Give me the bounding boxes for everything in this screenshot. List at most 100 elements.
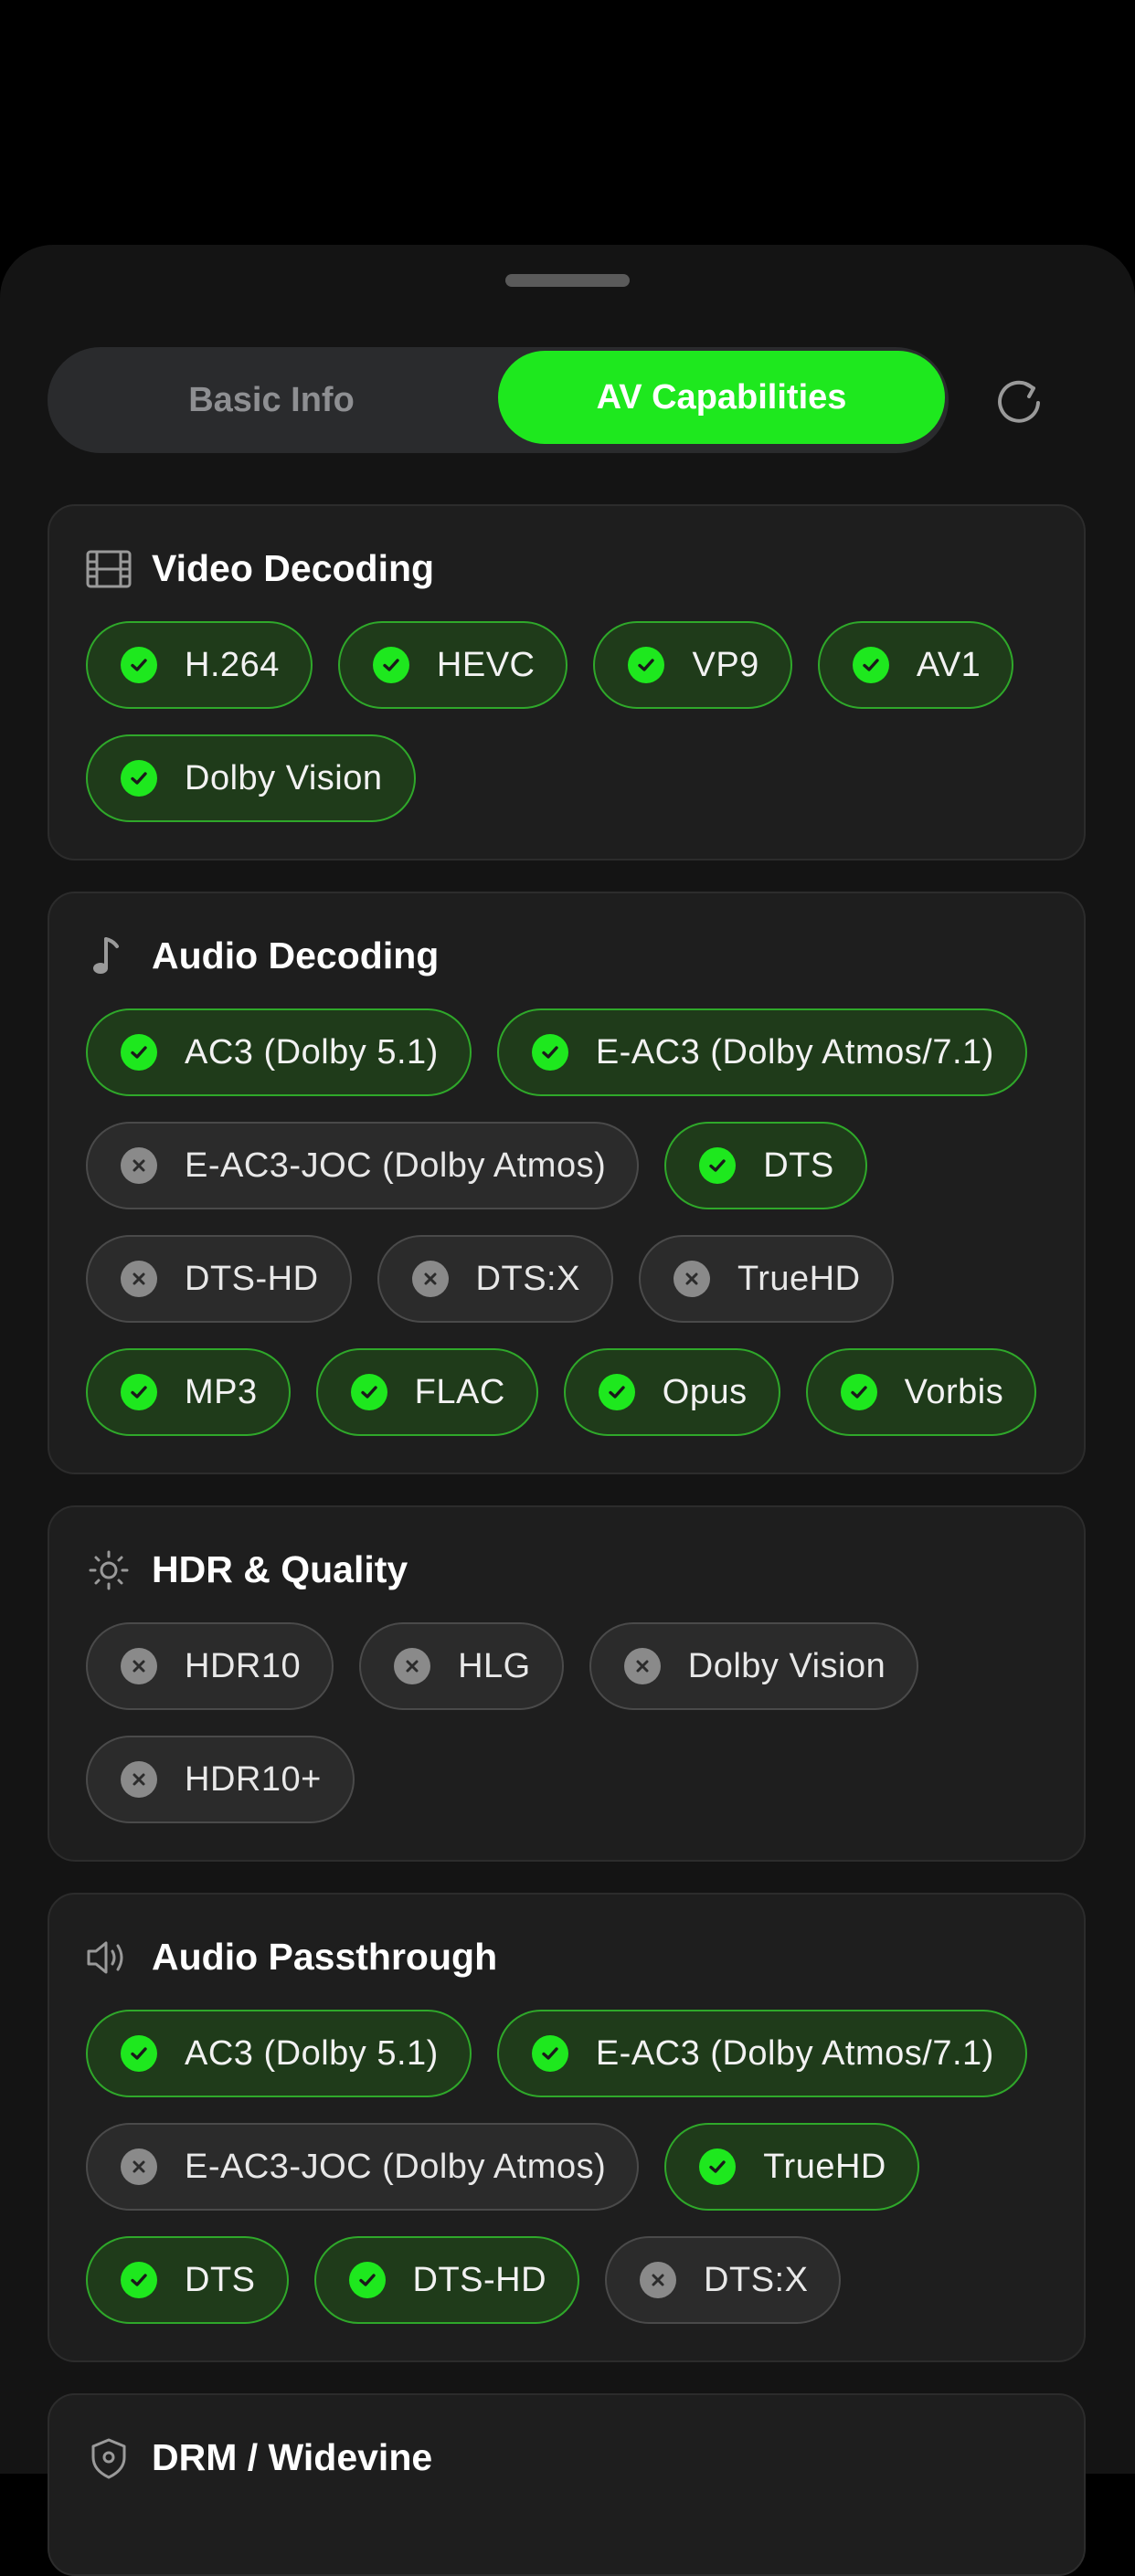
capability-label: AC3 (Dolby 5.1)	[185, 2033, 439, 2073]
capability-chip-supported: AC3 (Dolby 5.1)	[86, 2010, 472, 2097]
x-circle-icon	[673, 1261, 710, 1297]
capability-label: DTS:X	[704, 2260, 809, 2299]
section-title: HDR & Quality	[152, 1548, 408, 1590]
capability-list: H.264 HEVC VP9 AV1 Dolby Vision	[86, 621, 1066, 848]
tab-switcher: Basic Info AV Capabilities	[48, 347, 949, 453]
check-circle-icon	[348, 2262, 386, 2298]
capability-chip-unsupported: E-AC3-JOC (Dolby Atmos)	[86, 1122, 640, 1209]
sun-icon	[86, 1549, 132, 1591]
chip-row: E-AC3-JOC (Dolby Atmos) TrueHD	[86, 2123, 1066, 2211]
capability-label: Vorbis	[904, 1372, 1004, 1411]
capability-label: TrueHD	[763, 2147, 886, 2186]
section-title: Audio Decoding	[152, 934, 440, 977]
capability-chip-supported: Vorbis	[805, 1348, 1037, 1436]
chip-row: E-AC3-JOC (Dolby Atmos) DTS	[86, 1122, 1066, 1209]
refresh-icon[interactable]	[991, 373, 1047, 429]
x-circle-icon	[121, 1147, 157, 1184]
chip-row: Dolby Vision	[86, 734, 1066, 822]
chip-row: H.264 HEVC VP9 AV1	[86, 621, 1066, 709]
capability-chip-supported: Dolby Vision	[86, 734, 416, 822]
capability-chip-supported: DTS	[86, 2236, 289, 2324]
capability-label: HLG	[458, 1646, 531, 1685]
capability-label: DTS-HD	[412, 2260, 547, 2299]
tab-basic-info[interactable]: Basic Info	[48, 347, 495, 453]
shield-icon	[86, 2437, 132, 2479]
section-title: Video Decoding	[152, 547, 435, 589]
capability-chip-supported: TrueHD	[664, 2123, 919, 2211]
capability-chip-unsupported: TrueHD	[638, 1235, 894, 1323]
check-circle-icon	[628, 647, 665, 683]
capability-chip-supported: DTS	[664, 1122, 867, 1209]
x-circle-icon	[394, 1648, 431, 1684]
chip-row: HDR10+	[86, 1736, 1066, 1823]
x-circle-icon	[121, 1261, 157, 1297]
check-circle-icon	[840, 1374, 877, 1410]
capability-chip-unsupported: HDR10+	[86, 1736, 355, 1823]
capability-chip-supported: AV1	[817, 621, 1014, 709]
x-circle-icon	[411, 1261, 449, 1297]
capability-chip-unsupported: E-AC3-JOC (Dolby Atmos)	[86, 2123, 640, 2211]
bottom-sheet: Basic Info AV Capabilities Video Decodin…	[0, 245, 1135, 2576]
capability-list: AC3 (Dolby 5.1) E-AC3 (Dolby Atmos/7.1) E-…	[86, 1008, 1066, 1462]
capability-label: DTS-HD	[185, 1259, 319, 1298]
capability-chip-supported: FLAC	[315, 1348, 538, 1436]
capability-label: Opus	[662, 1372, 748, 1411]
check-circle-icon	[121, 2035, 157, 2072]
capability-list: AC3 (Dolby 5.1) E-AC3 (Dolby Atmos/7.1) E-…	[86, 2010, 1066, 2349]
capability-chip-supported: DTS-HD	[313, 2236, 580, 2324]
x-circle-icon	[121, 1648, 157, 1684]
chip-row: MP3 FLAC Opus Vorbis	[86, 1348, 1066, 1436]
speaker-icon	[86, 1937, 132, 1979]
capability-label: DTS	[185, 2260, 256, 2299]
check-circle-icon	[699, 1147, 737, 1184]
capability-label: DTS	[763, 1145, 834, 1185]
capability-chip-supported: H.264	[86, 621, 313, 709]
check-circle-icon	[121, 1374, 157, 1410]
capability-chip-supported: AC3 (Dolby 5.1)	[86, 1008, 472, 1096]
capability-chip-unsupported: Dolby Vision	[589, 1622, 919, 1710]
capability-label: H.264	[185, 645, 280, 684]
capability-chip-unsupported: DTS:X	[605, 2236, 842, 2324]
check-circle-icon	[699, 2148, 737, 2185]
card-audio-decoding: Audio Decoding AC3 (Dolby 5.1) E-AC3 (Dol…	[48, 892, 1086, 1474]
check-circle-icon	[372, 647, 409, 683]
capability-label: E-AC3-JOC (Dolby Atmos)	[185, 1145, 607, 1185]
capability-chip-unsupported: DTS-HD	[86, 1235, 352, 1323]
capability-chip-supported: HEVC	[337, 621, 568, 709]
x-circle-icon	[121, 2148, 157, 2185]
capability-label: Dolby Vision	[185, 758, 383, 797]
capability-chip-supported: Opus	[563, 1348, 780, 1436]
capability-label: MP3	[185, 1372, 258, 1411]
capability-label: TrueHD	[737, 1259, 861, 1298]
capability-chip-supported: MP3	[86, 1348, 291, 1436]
film-icon	[86, 548, 132, 590]
chip-row: HDR10 HLG Dolby Vision	[86, 1622, 1066, 1710]
tab-av-capabilities[interactable]: AV Capabilities	[498, 351, 945, 444]
x-circle-icon	[121, 1761, 157, 1798]
capability-label: E-AC3 (Dolby Atmos/7.1)	[595, 1032, 994, 1072]
capability-label: E-AC3-JOC (Dolby Atmos)	[185, 2147, 607, 2186]
capability-chip-unsupported: HDR10	[86, 1622, 334, 1710]
card-drm-widevine: DRM / Widevine	[48, 2393, 1086, 2576]
capability-chip-supported: VP9	[593, 621, 792, 709]
capability-label: HDR10+	[185, 1759, 322, 1799]
check-circle-icon	[121, 2262, 157, 2298]
capability-label: AV1	[916, 645, 981, 684]
check-circle-icon	[350, 1374, 387, 1410]
capability-label: HDR10	[185, 1646, 302, 1685]
capability-chip-unsupported: HLG	[359, 1622, 564, 1710]
music-note-icon	[86, 935, 132, 977]
section-title: Audio Passthrough	[152, 1936, 498, 1978]
capability-label: Dolby Vision	[687, 1646, 886, 1685]
card-audio-passthrough: Audio Passthrough AC3 (Dolby 5.1) E-AC3 (…	[48, 1893, 1086, 2362]
capability-list: HDR10 HLG Dolby Vision HDR10+	[86, 1622, 1066, 1849]
check-circle-icon	[531, 2035, 568, 2072]
capability-label: FLAC	[414, 1372, 505, 1411]
x-circle-icon	[623, 1648, 661, 1684]
check-circle-icon	[852, 647, 889, 683]
card-video-decoding: Video Decoding H.264 HEVC VP9 AV1 Dolby Visi…	[48, 504, 1086, 860]
capability-label: HEVC	[436, 645, 536, 684]
card-hdr-quality: HDR & Quality HDR10 HLG Dolby Vision HDR10+	[48, 1505, 1086, 1862]
drag-handle[interactable]	[505, 274, 630, 287]
check-circle-icon	[121, 647, 157, 683]
